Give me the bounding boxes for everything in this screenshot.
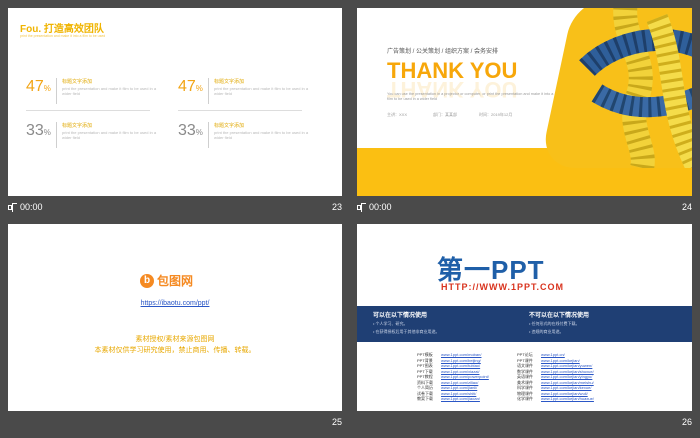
stat-block: 33% 标题文字添加 print the presentation and ma… [178, 122, 318, 162]
links-left: PPT模板 www.1ppt.com/moban/ PPT背景 www.1ppt.c… [417, 352, 489, 402]
1ppt-url[interactable]: HTTP://WWW.1PPT.COM [441, 282, 564, 292]
slide-transition-icon[interactable] [357, 202, 366, 212]
links-right: PPT论坛 www.1ppt.cn/ PPT课件 www.1ppt.com/keji… [517, 352, 594, 402]
usage-band: 可以在以下情况使用 • 个人学习、研究。 • 在获得授权后用于其他非商业用途。 … [357, 306, 692, 342]
can-use-title: 可以在以下情况使用 [373, 313, 428, 319]
slide-thumbnail-23[interactable]: Fou. 打造高效团队 print the presentation and m… [8, 8, 342, 196]
department-label: 部门：某某部 [433, 112, 457, 117]
slide-nav-text: 广告策划 / 公关策划 / 组织方案 / 会务安排 [387, 49, 499, 55]
slide-number: 23 [331, 202, 342, 212]
slide-info-bar-26: 26 [357, 412, 692, 432]
baotu-logo-icon: b [140, 273, 154, 288]
slide-info-bar-24: 00:00 24 [357, 197, 692, 217]
rope-knot-image [579, 8, 692, 173]
slide-time: 00:00 [20, 202, 43, 212]
divider [178, 110, 302, 111]
slide-transition-icon[interactable] [8, 202, 17, 212]
slide-info-bar-23: 00:00 23 [8, 197, 342, 217]
slide-number: 24 [681, 202, 692, 212]
baotu-link[interactable]: https://ibaotu.com/ppt/ [8, 300, 342, 307]
slide-thumbnail-25[interactable]: b 包图网 https://ibaotu.com/ppt/ 素材授权/素材来源包… [8, 224, 342, 411]
slide-number: 26 [681, 417, 692, 427]
list-item[interactable]: 教案下载 www.1ppt.com/jiaoan/ [417, 396, 489, 402]
slide-subtitle: print the presentation and make it into … [20, 34, 106, 38]
stat-block: 33% 标题文字添加 print the presentation and ma… [26, 122, 166, 162]
slide-thumbnail-26[interactable]: 第一PPT HTTP://WWW.1PPT.COM 可以在以下情况使用 • 个人… [357, 224, 692, 411]
license-line-2: 本素材仅供学习研究使用，禁止商用、传播、转载。 [94, 347, 256, 354]
stat-block: 47% 标题文字添加 print the presentation and ma… [26, 78, 166, 118]
slide-thumbnail-24[interactable]: 广告策划 / 公关策划 / 组织方案 / 会务安排 THANK YOU THAN… [357, 8, 692, 196]
divider [26, 110, 150, 111]
date-label: 时间：2019年12月 [479, 112, 513, 117]
slide-number: 25 [331, 417, 342, 427]
slide-title: Fou. 打造高效团队 [20, 24, 104, 35]
baotu-logo: b 包图网 [140, 272, 193, 289]
slide-description: You can use the presentation in a projec… [387, 92, 554, 101]
license-line-1: 素材授权/素材来源包图网 [135, 336, 215, 343]
list-item[interactable]: 化学课件 www.1ppt.com/kejian/huaxue/ [517, 396, 594, 402]
rope-photo [538, 8, 692, 173]
presenter-label: 主讲：XXX [387, 112, 408, 117]
slide-info-bar-25: 25 [8, 412, 342, 432]
cannot-use-title: 不可以在以下情况使用 [529, 313, 590, 319]
slide-time: 00:00 [369, 202, 392, 212]
stat-block: 47% 标题文字添加 print the presentation and ma… [178, 78, 318, 118]
